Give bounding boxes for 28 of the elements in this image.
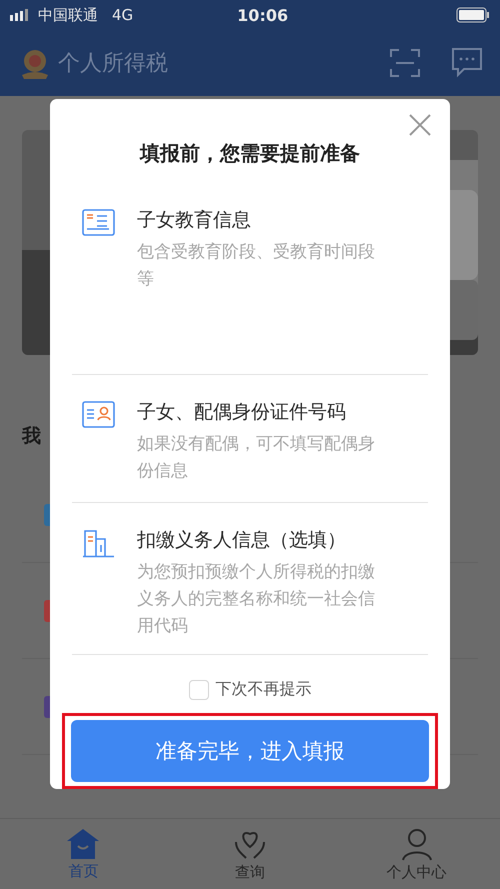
nav-tab[interactable]: 首页 [0,819,167,889]
carrier-name: 中国联通 [38,6,98,24]
certificate-icon [82,208,115,236]
nav-tab[interactable]: 个人中心 [333,819,500,889]
item-description: 为您预扣预缴个人所得税的扣缴义务人的完整名称和统一社会信用代码 [137,561,376,638]
message-icon[interactable] [452,48,482,78]
battery-icon [456,7,490,23]
status-time: 10:06 [237,6,288,24]
item-description: 包含受教育阶段、受教育时间段等 [137,240,376,291]
home-icon [66,828,100,860]
dialog-title: 填报前，您需要提前准备 [140,140,360,167]
scan-icon[interactable] [390,49,420,77]
id-card-icon [82,400,115,428]
item-title: 子女教育信息 [137,208,252,233]
person-icon [400,826,434,860]
nav-tab[interactable]: 查询 [166,819,334,889]
checkbox[interactable] [188,680,208,700]
item-title: 扣缴义务人信息（选填） [137,528,347,554]
app-title: 个人所得税 [58,50,169,78]
building-icon [82,529,115,558]
item-title: 子女、配偶身份证件号码 [137,400,347,425]
signal-icon [10,9,30,21]
close-icon[interactable] [408,113,432,137]
item-description: 如果没有配偶，可不填写配偶身份信息 [137,432,376,483]
section-title: 我 [22,424,41,449]
submit-button[interactable]: 准备完毕，进入填报 [71,720,429,782]
checkbox-label: 下次不再提示 [216,679,312,700]
network-type: 4G [112,6,134,24]
